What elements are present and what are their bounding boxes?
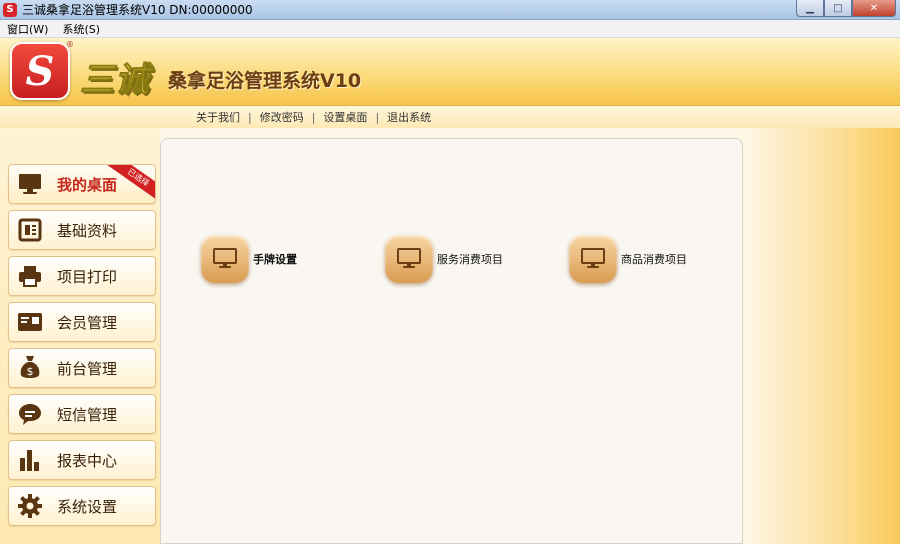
sidebar-item-member-management[interactable]: 会员管理 — [8, 302, 156, 342]
sidebar-item-label: 前台管理 — [57, 359, 118, 378]
window-title: 三诚桑拿足浴管理系统V10 DN:00000000 — [22, 3, 253, 17]
sidebar-item-project-print[interactable]: 项目打印 — [8, 256, 156, 296]
sidebar-item-basic-data[interactable]: 基础资料 — [8, 210, 156, 250]
sidebar-item-label: 系统设置 — [57, 497, 118, 516]
tile-label: 服务消费项目 — [437, 253, 503, 266]
sidebar-item-my-desktop[interactable]: 我的桌面 已选择 — [8, 164, 156, 204]
window-controls: ▁ □ ✕ — [796, 0, 896, 17]
card-icon — [17, 309, 43, 335]
monitor-icon — [17, 171, 43, 197]
desktop-panel: 手牌设置 服务消费项目 商品消费项目 — [160, 138, 743, 544]
brand-logo-letter: S — [25, 47, 55, 95]
nav-separator: | — [375, 110, 380, 124]
brand-name: 三诚 — [80, 60, 150, 101]
nav-separator: | — [311, 110, 316, 124]
tile-label: 商品消费项目 — [621, 253, 687, 266]
menu-bar: 窗口(W) 系统(S) — [0, 20, 900, 38]
desktop-tile-service-items[interactable]: 服务消费项目 — [385, 235, 503, 283]
desktop-tile-wristband-settings[interactable]: 手牌设置 — [201, 235, 297, 283]
sidebar-item-label: 报表中心 — [57, 451, 118, 470]
background-glow — [742, 128, 900, 544]
money-bag-icon: $ — [17, 355, 43, 381]
menu-window[interactable]: 窗口(W) — [0, 21, 55, 37]
nav-desktop-settings[interactable]: 设置桌面 — [323, 109, 367, 125]
registered-mark: ® — [66, 40, 74, 49]
document-icon — [17, 217, 43, 243]
monitor-icon[interactable] — [569, 235, 617, 283]
sidebar-item-label: 会员管理 — [57, 313, 118, 332]
nav-about-us[interactable]: 关于我们 — [196, 109, 240, 125]
app-logo-icon: S — [3, 2, 17, 17]
tile-label: 手牌设置 — [253, 253, 297, 266]
bar-chart-icon — [17, 447, 43, 473]
printer-icon — [17, 263, 43, 289]
chat-bubble-icon — [17, 401, 43, 427]
top-nav: 关于我们 | 修改密码 | 设置桌面 | 退出系统 — [0, 106, 900, 128]
sidebar-item-label: 我的桌面 — [57, 175, 118, 194]
nav-separator: | — [248, 110, 252, 124]
nav-change-password[interactable]: 修改密码 — [260, 109, 304, 125]
svg-text:$: $ — [27, 365, 34, 378]
sidebar-item-label: 短信管理 — [57, 405, 118, 424]
sidebar: 我的桌面 已选择 基础资料 项目打印 会员管理 $ 前台管理 短信管理 报表中心… — [0, 128, 160, 544]
title-bar: S 三诚桑拿足浴管理系统V10 DN:00000000 ▁ □ ✕ — [0, 0, 900, 20]
sidebar-item-report-center[interactable]: 报表中心 — [8, 440, 156, 480]
sidebar-item-label: 项目打印 — [57, 267, 118, 286]
header-banner: S ® 三诚 桑拿足浴管理系统V10 — [0, 38, 900, 106]
close-button[interactable]: ✕ — [852, 0, 896, 17]
menu-system[interactable]: 系统(S) — [55, 21, 107, 37]
sidebar-item-sms-management[interactable]: 短信管理 — [8, 394, 156, 434]
sidebar-item-front-desk[interactable]: $ 前台管理 — [8, 348, 156, 388]
minimize-button[interactable]: ▁ — [796, 0, 824, 17]
sidebar-item-system-settings[interactable]: 系统设置 — [8, 486, 156, 526]
nav-exit-system[interactable]: 退出系统 — [387, 109, 431, 125]
maximize-button[interactable]: □ — [824, 0, 852, 17]
gear-icon — [17, 493, 43, 519]
brand-logo: S — [10, 42, 70, 100]
system-title: 桑拿足浴管理系统V10 — [168, 70, 362, 92]
monitor-icon[interactable] — [385, 235, 433, 283]
monitor-icon[interactable] — [201, 235, 249, 283]
sidebar-item-label: 基础资料 — [57, 221, 118, 240]
desktop-tile-product-items[interactable]: 商品消费项目 — [569, 235, 687, 283]
